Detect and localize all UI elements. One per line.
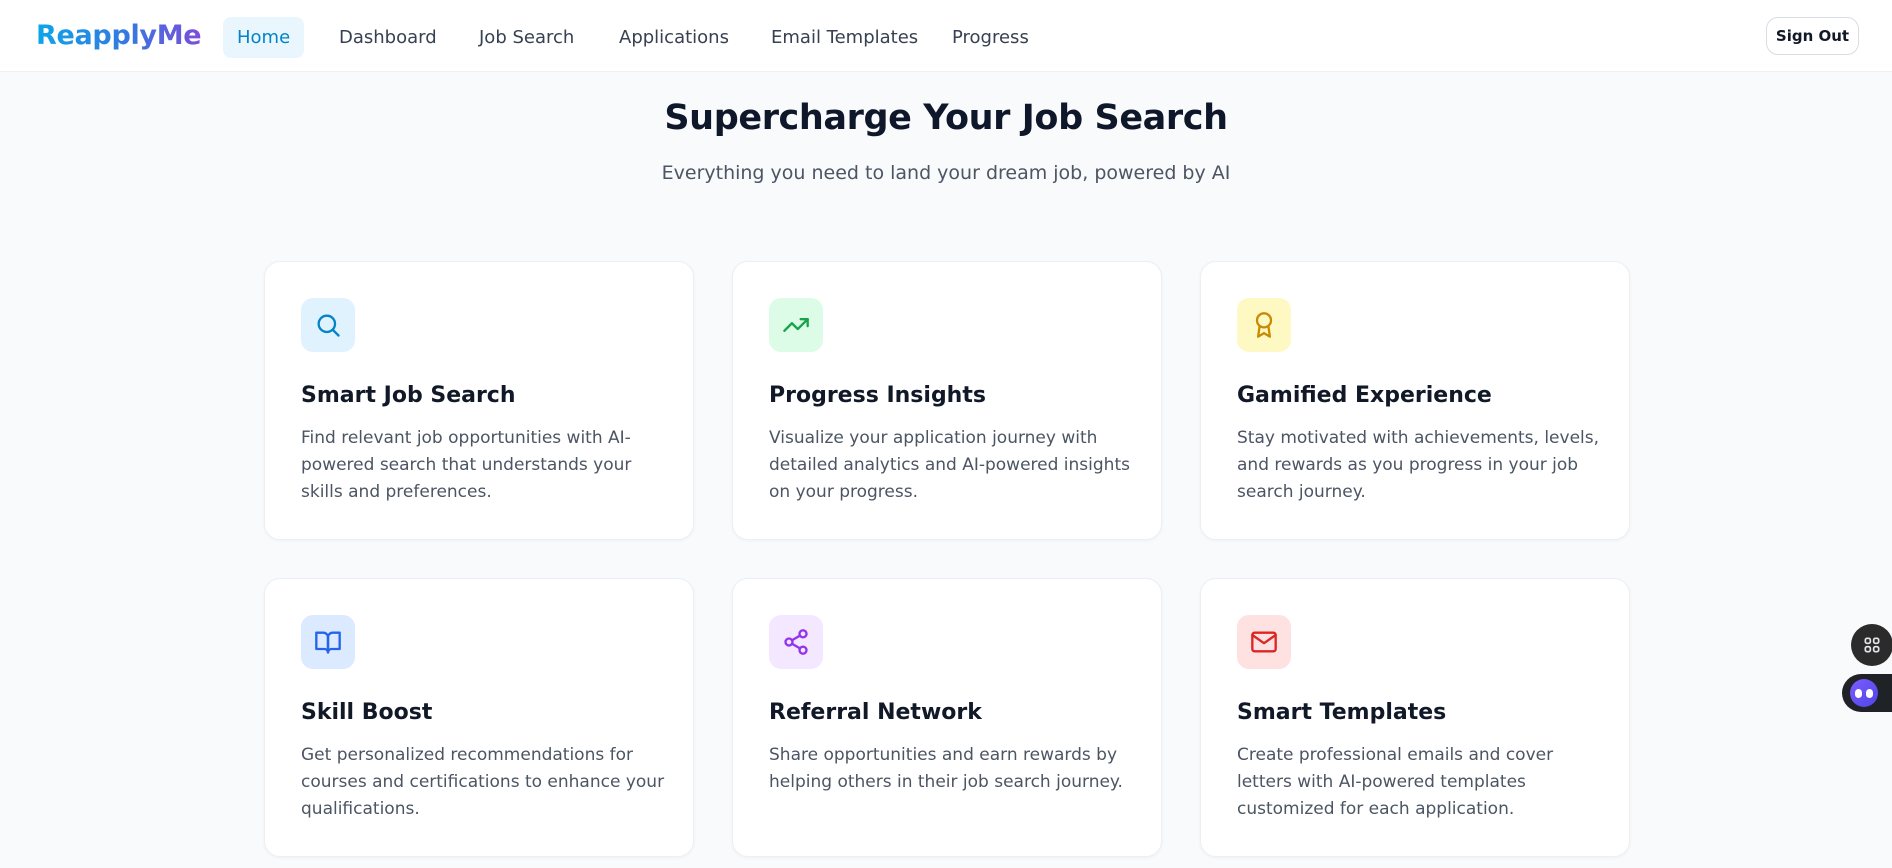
feature-description: Stay motivated with achievements, levels… [1237,428,1600,502]
hero-title: Supercharge Your Job Search [664,98,1228,138]
nav-item-email-templates[interactable]: Email Templates [757,17,932,58]
grid-icon [1864,637,1880,653]
book-open-icon [301,615,355,669]
hero-subtitle: Everything you need to land your dream j… [661,162,1231,184]
top-navbar: ReapplyMe Home Dashboard Job Search Appl… [0,0,1892,72]
assistant-floating-button[interactable] [1842,674,1892,712]
feature-card-referral-network: Referral Network Share opportunities and… [732,578,1162,857]
feature-title: Skill Boost [301,700,433,725]
trending-up-icon [769,298,823,352]
nav-item-home[interactable]: Home [223,17,305,58]
app-logo[interactable]: ReapplyMe [36,20,202,51]
award-icon [1237,298,1291,352]
feature-card-smart-templates: Smart Templates Create professional emai… [1200,578,1630,857]
feature-card-progress-insights: Progress Insights Visualize your applica… [732,261,1162,540]
bot-icon [1850,679,1878,707]
apps-grid-floating-button[interactable] [1851,624,1892,666]
mail-icon [1237,615,1291,669]
nav-item-progress[interactable]: Progress [938,17,1043,58]
nav-item-dashboard[interactable]: Dashboard [325,17,451,58]
feature-description: Create professional emails and cover let… [1237,745,1554,819]
feature-card-skill-boost: Skill Boost Get personalized recommendat… [264,578,694,857]
feature-title: Smart Templates [1237,700,1447,725]
nav-item-applications[interactable]: Applications [605,17,743,58]
feature-title: Smart Job Search [301,383,516,408]
search-icon [301,298,355,352]
feature-card-smart-job-search: Smart Job Search Find relevant job oppor… [264,261,694,540]
feature-title: Progress Insights [769,383,986,408]
feature-description: Visualize your application journey with … [769,428,1130,502]
feature-description: Share opportunities and earn rewards by … [769,745,1123,792]
share-icon [769,615,823,669]
feature-card-gamified-experience: Gamified Experience Stay motivated with … [1200,261,1630,540]
sign-out-button[interactable]: Sign Out [1766,17,1859,55]
feature-title: Gamified Experience [1237,383,1492,408]
feature-description: Find relevant job opportunities with AI-… [301,428,632,502]
feature-title: Referral Network [769,700,982,725]
feature-description: Get personalized recommendations for cou… [301,745,665,819]
nav-item-job-search[interactable]: Job Search [465,17,588,58]
